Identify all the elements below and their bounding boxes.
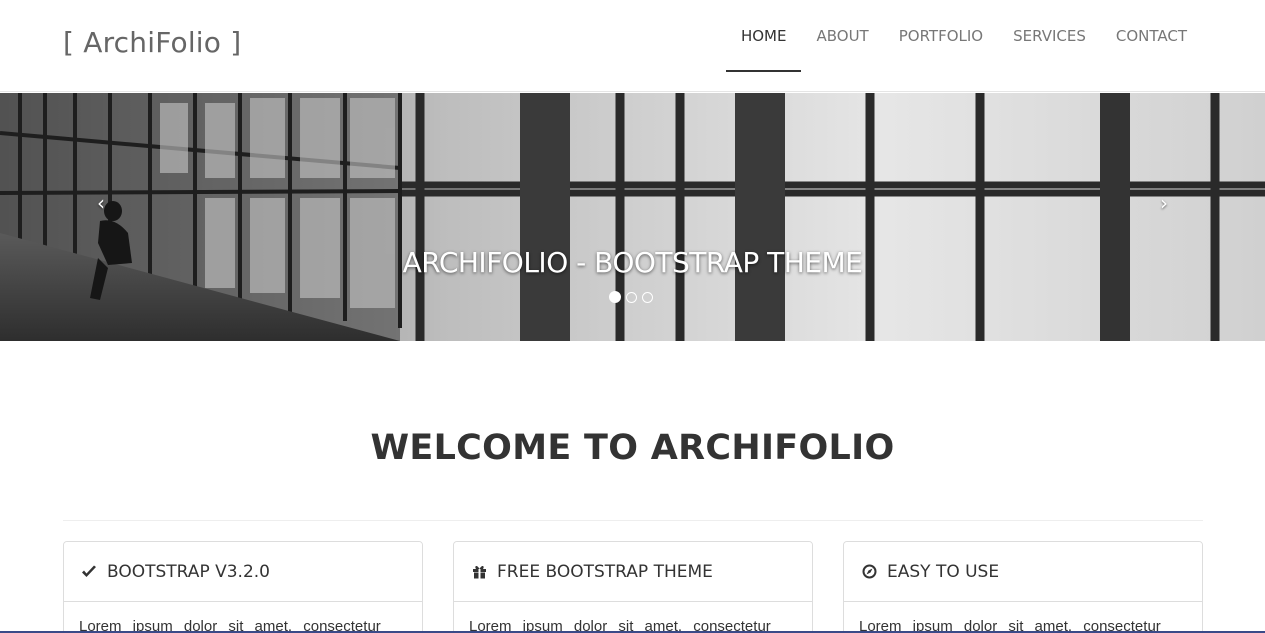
main-nav: HOME ABOUT PORTFOLIO SERVICES CONTACT [725, 0, 1202, 92]
carousel-indicator-1[interactable] [609, 291, 621, 303]
nav-home[interactable]: HOME [725, 0, 802, 72]
carousel-indicator-3[interactable] [642, 292, 653, 303]
gift-icon [470, 563, 488, 581]
panel-body: Lorem ipsum dolor sit amet, consectetur [859, 618, 1161, 633]
check-icon [80, 563, 98, 581]
navbar: [ ArchiFolio ] HOME ABOUT PORTFOLIO SERV… [0, 0, 1265, 92]
section-divider [63, 520, 1203, 521]
chevron-right-icon: › [1160, 191, 1168, 215]
hero-image [0, 93, 1265, 341]
brand-logo[interactable]: [ ArchiFolio ] [63, 26, 241, 59]
carousel-indicator-2[interactable] [626, 292, 637, 303]
hero-carousel: ‹ › ARCHIFOLIO - BOOTSTRAP THEME [0, 93, 1265, 341]
panel-title: BOOTSTRAP V3.2.0 [107, 561, 270, 582]
feature-panel-free-theme: FREE BOOTSTRAP THEME Lorem ipsum dolor s… [453, 541, 813, 633]
welcome-heading: WELCOME TO ARCHIFOLIO [370, 428, 895, 468]
compass-icon [860, 563, 878, 581]
carousel-caption: ARCHIFOLIO - BOOTSTRAP THEME [402, 246, 863, 279]
feature-panel-easy-to-use: EASY TO USE Lorem ipsum dolor sit amet, … [843, 541, 1203, 633]
nav-portfolio[interactable]: PORTFOLIO [884, 0, 998, 72]
carousel-indicators [609, 291, 653, 303]
nav-services[interactable]: SERVICES [998, 0, 1101, 72]
panel-heading: FREE BOOTSTRAP THEME [454, 542, 812, 602]
panel-body: Lorem ipsum dolor sit amet, consectetur [469, 618, 771, 633]
panel-heading: BOOTSTRAP V3.2.0 [64, 542, 422, 602]
panel-title: EASY TO USE [887, 561, 1000, 582]
nav-about[interactable]: ABOUT [801, 0, 883, 72]
panel-title: FREE BOOTSTRAP THEME [497, 561, 713, 582]
chevron-left-icon: ‹ [97, 191, 105, 215]
nav-contact[interactable]: CONTACT [1101, 0, 1202, 72]
panel-heading: EASY TO USE [844, 542, 1202, 602]
panel-body: Lorem ipsum dolor sit amet, consectetur [79, 618, 381, 633]
feature-panel-bootstrap: BOOTSTRAP V3.2.0 Lorem ipsum dolor sit a… [63, 541, 423, 633]
carousel-next-button[interactable]: › [1154, 189, 1174, 217]
carousel-prev-button[interactable]: ‹ [91, 189, 111, 217]
